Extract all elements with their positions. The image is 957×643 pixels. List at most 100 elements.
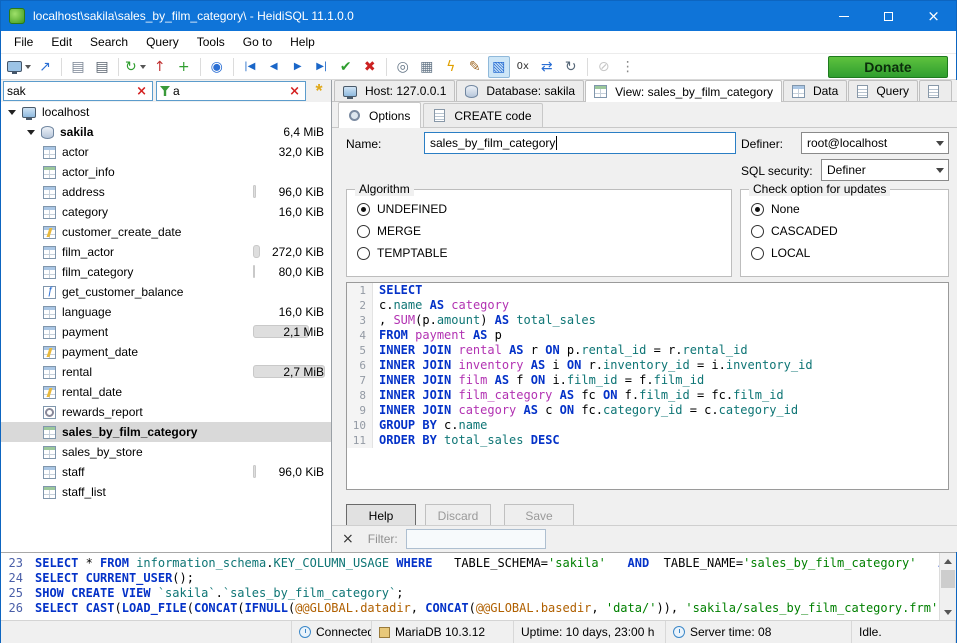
- session-manager-icon[interactable]: [6, 56, 32, 78]
- tree-item-rental-date[interactable]: rental_date: [1, 382, 331, 402]
- filter-input[interactable]: [406, 529, 546, 549]
- algorithm-radio-temptable[interactable]: TEMPTABLE: [357, 242, 731, 264]
- size-label: 2,1 MiB: [283, 325, 324, 339]
- tree-item-payment[interactable]: payment2,1 MiB: [1, 322, 331, 342]
- tree-item-actor[interactable]: actor32,0 KiB: [1, 142, 331, 162]
- tab-data[interactable]: Data: [783, 80, 847, 101]
- tree-item-film-actor[interactable]: film_actor272,0 KiB: [1, 242, 331, 262]
- view-name-input[interactable]: sales_by_film_category: [424, 132, 736, 154]
- size-bar: [253, 265, 255, 278]
- tree-item-film-category[interactable]: film_category80,0 KiB: [1, 262, 331, 282]
- post-icon[interactable]: ✔: [335, 56, 357, 78]
- reconnect-icon[interactable]: ↻: [560, 56, 582, 78]
- tree-item-localhost[interactable]: localhost: [1, 102, 331, 122]
- tree-item-address[interactable]: address96,0 KiB: [1, 182, 331, 202]
- data-filter-input[interactable]: [173, 84, 287, 98]
- radio-icon: [751, 225, 764, 238]
- subtab-strip: OptionsCREATE code: [332, 102, 957, 128]
- toolbar-separator: [118, 58, 119, 76]
- size-bar: [253, 185, 256, 198]
- scroll-down-icon[interactable]: [940, 604, 956, 620]
- save-button[interactable]: Save: [504, 504, 574, 527]
- tree-item-sales-by-film-category[interactable]: sales_by_film_category: [1, 422, 331, 442]
- minimize-button[interactable]: [821, 1, 866, 31]
- run-routine-icon[interactable]: ϟ: [440, 56, 462, 78]
- nav-next-icon[interactable]: ▶: [287, 56, 309, 78]
- menu-query[interactable]: Query: [137, 32, 188, 52]
- scroll-up-icon[interactable]: [940, 553, 956, 569]
- tree-item-sales-by-store[interactable]: sales_by_store: [1, 442, 331, 462]
- nav-last-icon[interactable]: ▶|: [311, 56, 333, 78]
- status-segment-0: [1, 621, 292, 643]
- sql-security-combo[interactable]: Definer: [821, 159, 949, 181]
- menu-help[interactable]: Help: [281, 32, 324, 52]
- overflow-icon[interactable]: ⋮: [617, 56, 639, 78]
- tree-item-staff-list[interactable]: staff_list: [1, 482, 331, 502]
- menu-file[interactable]: File: [5, 32, 42, 52]
- nav-prev-icon[interactable]: ◀: [263, 56, 285, 78]
- tree-item-language[interactable]: language16,0 KiB: [1, 302, 331, 322]
- chevron-down-icon[interactable]: [931, 168, 948, 173]
- connection-icon[interactable]: ◉: [206, 56, 228, 78]
- table-filter-input[interactable]: [7, 84, 134, 98]
- tab-host-127-0-0-1[interactable]: Host: 127.0.0.1: [334, 80, 455, 101]
- print-icon[interactable]: ▤: [91, 56, 113, 78]
- edit-icon[interactable]: ✎: [464, 56, 486, 78]
- tab-view-sales-by-film-category[interactable]: View: sales_by_film_category: [585, 80, 782, 102]
- tree-item-get-customer-balance[interactable]: get_customer_balance: [1, 282, 331, 302]
- tree-item-staff[interactable]: staff96,0 KiB: [1, 462, 331, 482]
- grid-view-icon[interactable]: ▦: [416, 56, 438, 78]
- insert-icon[interactable]: +: [173, 56, 195, 78]
- algorithm-radio-merge[interactable]: MERGE: [357, 220, 731, 242]
- tree-item-payment-date[interactable]: payment_date: [1, 342, 331, 362]
- menu-edit[interactable]: Edit: [42, 32, 81, 52]
- expand-icon[interactable]: [27, 130, 35, 135]
- swap-icon[interactable]: ⇄: [536, 56, 558, 78]
- menu-search[interactable]: Search: [81, 32, 137, 52]
- cancel-icon[interactable]: ✖: [359, 56, 381, 78]
- subtab-create-code[interactable]: CREATE code: [423, 103, 542, 127]
- tree-item-label: sales_by_film_category: [62, 425, 197, 439]
- refresh-icon[interactable]: ↻: [124, 56, 147, 78]
- goto-host-icon[interactable]: ↗: [34, 56, 56, 78]
- chevron-down-icon[interactable]: [931, 141, 948, 146]
- close-button[interactable]: ×: [911, 1, 956, 31]
- algorithm-radio-undefined[interactable]: UNDEFINED: [357, 198, 731, 220]
- tree-item-customer-create-date[interactable]: customer_create_date: [1, 222, 331, 242]
- search-icon[interactable]: ◎: [392, 56, 414, 78]
- donate-button[interactable]: Donate: [828, 56, 948, 78]
- scroll-thumb[interactable]: [941, 570, 955, 588]
- subtab-options[interactable]: Options: [338, 102, 421, 128]
- tree-item-rewards-report[interactable]: rewards_report: [1, 402, 331, 422]
- check-option-radio-cascaded[interactable]: CASCADED: [751, 220, 948, 242]
- tab-database-sakila[interactable]: Database: sakila: [456, 80, 584, 101]
- discard-button[interactable]: Discard: [425, 504, 491, 527]
- tab-query[interactable]: Query: [848, 80, 918, 101]
- tree-item-rental[interactable]: rental2,7 MiB: [1, 362, 331, 382]
- tree-item-category[interactable]: category16,0 KiB: [1, 202, 331, 222]
- clear-data-filter-icon[interactable]: ×: [287, 84, 302, 99]
- tab-new-tab[interactable]: [919, 80, 952, 101]
- close-filter-icon[interactable]: ×: [342, 531, 354, 547]
- favorites-star-icon[interactable]: *: [309, 81, 329, 101]
- tree-item-actor-info[interactable]: actor_info: [1, 162, 331, 182]
- maximize-button[interactable]: [866, 1, 911, 31]
- expand-icon[interactable]: [8, 110, 16, 115]
- sql-editor-box[interactable]: 1SELECT2c.name AS category3, SUM(p.amoun…: [346, 282, 949, 490]
- clear-table-filter-icon[interactable]: ×: [134, 84, 149, 99]
- title-bar: localhost\sakila\sales_by_film_category\…: [1, 1, 956, 31]
- help-button[interactable]: Help: [346, 504, 416, 527]
- tab-label: Data: [813, 84, 838, 98]
- definer-combo[interactable]: root@localhost: [801, 132, 949, 154]
- menu-tools[interactable]: Tools: [188, 32, 234, 52]
- menu-go-to[interactable]: Go to: [234, 32, 281, 52]
- check-option-radio-local[interactable]: LOCAL: [751, 242, 948, 264]
- hex-view-icon[interactable]: 0x: [512, 56, 534, 78]
- log-scrollbar[interactable]: [939, 553, 956, 620]
- tree-item-sakila[interactable]: sakila6,4 MiB: [1, 122, 331, 142]
- export-database-icon[interactable]: ↑: [149, 56, 171, 78]
- check-option-radio-none[interactable]: None: [751, 198, 948, 220]
- nav-first-icon[interactable]: |◀: [239, 56, 261, 78]
- filter-toggle-icon[interactable]: ▧: [488, 56, 510, 78]
- copy-icon[interactable]: ▤: [67, 56, 89, 78]
